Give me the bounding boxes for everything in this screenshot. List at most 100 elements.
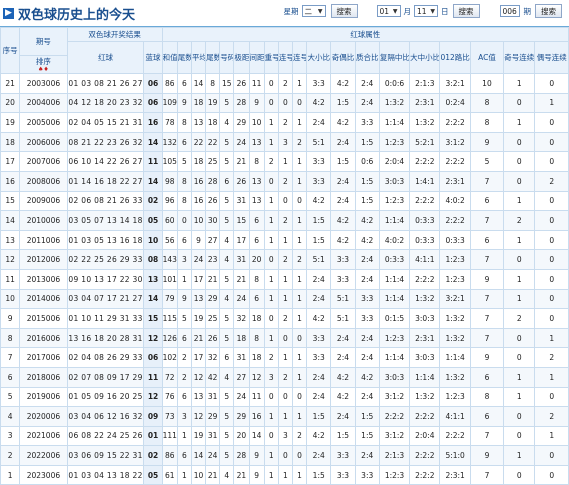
cell-tail-count: 9 [176, 288, 192, 310]
cell-max-gap: 21 [233, 464, 250, 485]
cell-blue-ball: 05 [143, 210, 163, 231]
cell-sum: 56 [161, 229, 178, 251]
cell-repeat: 1 [263, 464, 279, 485]
header-seq: 序号 [0, 27, 21, 74]
cell-odd-consec: 0 [503, 131, 536, 153]
cell-max-gap2: 6 [248, 229, 265, 251]
cell-avg: 24 [190, 249, 207, 270]
cell-gap-ratio: 3:0:3 [378, 170, 411, 192]
cell-issue: 2009006 [19, 190, 68, 212]
cell-tail-count: 6 [176, 73, 192, 94]
cell-max-gap: 24 [233, 288, 250, 310]
cell-bigsmall: 4:2 [306, 92, 332, 114]
header-red: 红球 [66, 41, 145, 74]
cell-max-gap: 27 [233, 366, 250, 388]
cell-sum: 73 [161, 406, 178, 427]
header-issue-sort[interactable]: 排序 ♠♦ [19, 55, 68, 74]
cell-max-gap2: 8 [248, 268, 265, 290]
day-select[interactable]: 11 ▼ [414, 5, 438, 17]
cell-avg: 13 [190, 386, 207, 408]
cell-consec: 2 [277, 112, 293, 133]
cell-red-balls: 03 06 09 15 22 31 [66, 445, 145, 466]
cell-gap-ratio: 0:0:6 [378, 73, 411, 94]
cell-daxiao: 2:2:2 [409, 151, 441, 172]
cell-blue-ball: 13 [143, 268, 163, 290]
cell-prime: 2:4 [354, 73, 380, 94]
cell-red-balls: 03 05 07 13 14 18 [66, 210, 145, 231]
cell-issue: 2020006 [19, 406, 68, 427]
cell-max-gap2: 10 [248, 112, 265, 133]
cell-repeat: 0 [263, 249, 279, 270]
cell-tail-sum: 25 [205, 308, 221, 329]
cell-even-consec: 0 [534, 464, 569, 485]
cell-repeat: 2 [263, 347, 279, 368]
cell-prime: 2:4 [354, 92, 380, 114]
cell-ac-value: 6 [469, 366, 505, 388]
cell-max-gap: 21 [233, 268, 250, 290]
cell-odd-consec: 0 [503, 92, 536, 114]
issue-input[interactable]: 006 [499, 5, 520, 17]
cell-issue: 2018006 [19, 366, 68, 388]
cell-blue-ball: 14 [143, 288, 163, 310]
cell-prime: 1:5 [354, 190, 380, 212]
cell-consec2: 0 [291, 386, 308, 408]
cell-red-balls: 04 12 18 20 23 32 [66, 92, 145, 114]
cell-consec: 2 [277, 210, 293, 231]
cell-bigsmall: 1:5 [306, 406, 332, 427]
cell-tail-sum: 24 [205, 445, 221, 466]
cell-max-gap: 28 [233, 445, 250, 466]
cell-oddeven: 2:4 [330, 327, 356, 349]
search-button-week[interactable]: 搜索 [330, 4, 358, 18]
cell-route-012: 1:3:2 [439, 366, 471, 388]
cell-route-012: 0:3:3 [439, 229, 471, 251]
cell-route-012: 1:2:3 [439, 249, 471, 270]
table-row: 4 2020006 03 04 06 12 16 32 09 73 3 12 29 5 29 16 1… [0, 406, 569, 427]
cell-daxiao: 2:2:2 [409, 190, 441, 212]
cell-consec2: 1 [291, 288, 308, 310]
search-button-date[interactable]: 搜索 [452, 4, 480, 18]
cell-max-gap: 26 [233, 73, 250, 94]
cell-issue: 2010006 [19, 210, 68, 231]
cell-seq: 19 [0, 112, 21, 133]
cell-consec: 1 [277, 406, 293, 427]
cell-route-012: 2:3:1 [439, 170, 471, 192]
cell-consec: 1 [277, 464, 293, 485]
cell-even-consec: 1 [534, 92, 569, 114]
cell-avg: 12 [190, 366, 207, 388]
cell-repeat: 1 [263, 210, 279, 231]
cell-bigsmall: 2:4 [306, 445, 332, 466]
cell-ac-value: 7 [469, 288, 505, 310]
cell-max-gap2: 18 [248, 308, 265, 329]
cell-gap-ratio: 0:3:3 [378, 249, 411, 270]
month-select[interactable]: 01 ▼ [376, 5, 401, 17]
cell-oddeven: 4:2 [330, 386, 356, 408]
week-select[interactable]: 二 ▼ [301, 5, 326, 17]
cell-even-consec: 0 [534, 308, 569, 329]
cell-daxiao: 2:1:3 [409, 73, 441, 94]
cell-prime: 4:2 [354, 210, 380, 231]
cell-odd-consec: 1 [503, 112, 536, 133]
cell-blue-ball: 10 [143, 229, 163, 251]
cell-daxiao: 0:3:3 [409, 210, 441, 231]
cell-oddeven: 1:5 [330, 425, 356, 447]
cell-oddeven: 1:5 [330, 92, 356, 114]
table-row: 15 2009006 02 06 08 21 26 33 02 96 8 16 26 5 31 13… [0, 190, 569, 212]
cell-oddeven: 4:2 [330, 210, 356, 231]
cell-seq: 13 [0, 229, 21, 251]
cell-seq: 10 [0, 288, 21, 310]
search-button-issue[interactable]: 搜索 [535, 4, 562, 18]
cell-daxiao: 1:4:1 [409, 170, 441, 192]
cell-max-gap2: 13 [248, 170, 265, 192]
cell-gap-ratio: 2:2:2 [378, 406, 411, 427]
cell-avg: 21 [190, 327, 207, 349]
cell-gap-ratio: 3:0:3 [378, 366, 411, 388]
cell-red-balls: 03 04 06 12 16 32 [66, 406, 145, 427]
cell-sum: 76 [161, 386, 178, 408]
cell-daxiao: 0:3:3 [409, 229, 441, 251]
cell-sum: 61 [161, 464, 178, 485]
cell-repeat: 1 [263, 445, 279, 466]
cell-tail-sum: 25 [205, 151, 221, 172]
cell-ac-value: 9 [469, 347, 505, 368]
cell-consec2: 1 [291, 170, 308, 192]
cell-blue-ball: 12 [143, 386, 163, 408]
